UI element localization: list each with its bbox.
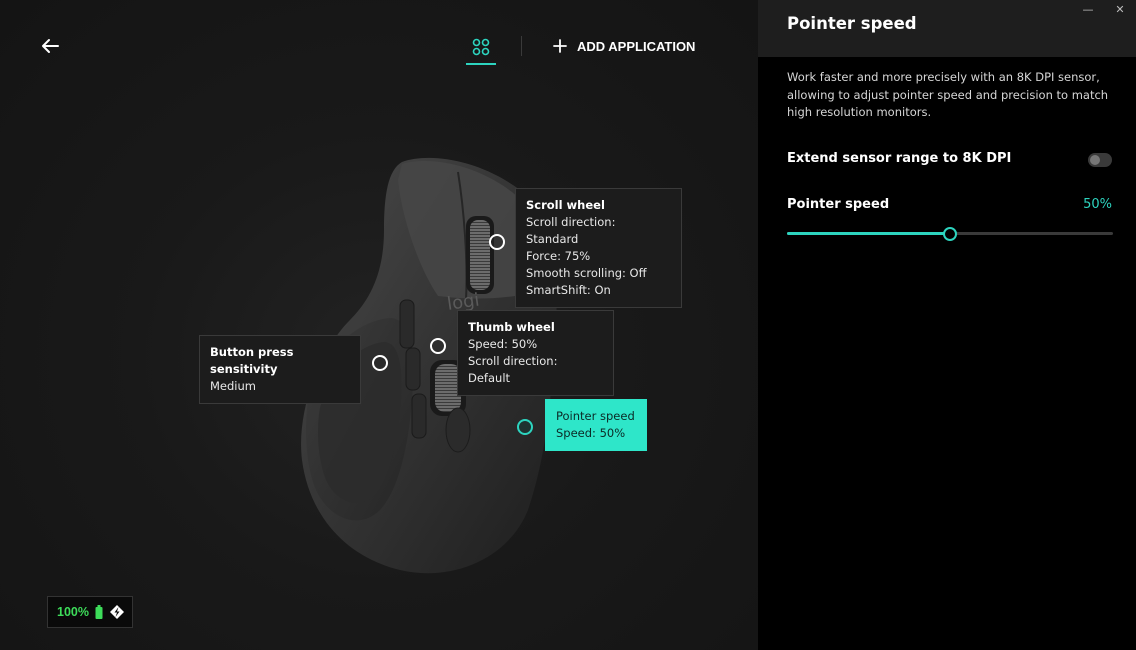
battery-icon <box>95 605 103 619</box>
thumb-wheel-direction: Scroll direction: Default <box>468 354 558 385</box>
active-tab-indicator <box>466 63 496 65</box>
topbar-divider <box>521 36 522 56</box>
pointer-speed-label: Pointer speed <box>787 197 890 212</box>
button-press-hotspot[interactable] <box>372 355 388 371</box>
scroll-wheel-hotspot[interactable] <box>489 234 505 250</box>
device-view: ADD APPLICATION logi Scroll wheel Scroll… <box>0 0 758 650</box>
panel-header: Pointer speed — ✕ <box>758 0 1136 57</box>
add-application-label: ADD APPLICATION <box>577 38 696 54</box>
scroll-wheel-smooth: Smooth scrolling: Off <box>526 266 647 280</box>
pointer-speed-callout[interactable]: Pointer speed Speed: 50% <box>545 399 647 451</box>
scroll-wheel-callout[interactable]: Scroll wheel Scroll direction: Standard … <box>515 188 682 308</box>
button-press-callout[interactable]: Button press sensitivity Medium <box>199 335 361 404</box>
back-button[interactable] <box>40 36 62 56</box>
battery-status: 100% <box>47 596 133 628</box>
minimize-button[interactable]: — <box>1072 0 1104 18</box>
extend-sensor-label: Extend sensor range to 8K DPI <box>787 151 1012 166</box>
pointer-speed-callout-title: Pointer speed <box>556 409 635 423</box>
thumb-wheel-title: Thumb wheel <box>468 320 555 334</box>
slider-fill <box>787 232 950 235</box>
thumb-wheel-hotspot[interactable] <box>430 338 446 354</box>
panel-title: Pointer speed <box>787 14 917 33</box>
logi-bolt-icon <box>109 605 124 619</box>
apps-grid-icon <box>472 38 490 56</box>
pointer-speed-slider[interactable] <box>787 226 1113 242</box>
scroll-wheel-direction: Scroll direction: Standard <box>526 215 616 246</box>
thumb-wheel-callout[interactable]: Thumb wheel Speed: 50% Scroll direction:… <box>457 310 614 396</box>
arrow-left-icon <box>42 39 59 53</box>
add-application-button[interactable]: ADD APPLICATION <box>553 36 695 56</box>
pointer-speed-hotspot[interactable] <box>517 419 533 435</box>
scroll-wheel-force: Force: 75% <box>526 249 591 263</box>
pointer-speed-value: 50% <box>1083 197 1112 212</box>
scroll-wheel-title: Scroll wheel <box>526 198 605 212</box>
plus-icon <box>553 39 567 53</box>
close-button[interactable]: ✕ <box>1104 0 1136 18</box>
scroll-wheel-smartshift: SmartShift: On <box>526 283 611 297</box>
all-applications-tab[interactable] <box>466 32 496 65</box>
window-controls: — ✕ <box>1072 0 1136 18</box>
options-app: ADD APPLICATION logi Scroll wheel Scroll… <box>0 0 1136 650</box>
button-press-value: Medium <box>210 379 256 393</box>
battery-percent: 100% <box>57 605 89 619</box>
button-press-title: Button press sensitivity <box>210 345 294 376</box>
settings-panel: Pointer speed — ✕ Work faster and more p… <box>758 0 1136 650</box>
slider-thumb[interactable] <box>943 227 957 241</box>
pointer-speed-callout-value: Speed: 50% <box>556 426 626 440</box>
thumb-wheel-speed: Speed: 50% <box>468 337 538 351</box>
toggle-knob <box>1090 155 1100 165</box>
extend-sensor-toggle[interactable] <box>1088 153 1112 167</box>
panel-description: Work faster and more precisely with an 8… <box>787 70 1109 119</box>
